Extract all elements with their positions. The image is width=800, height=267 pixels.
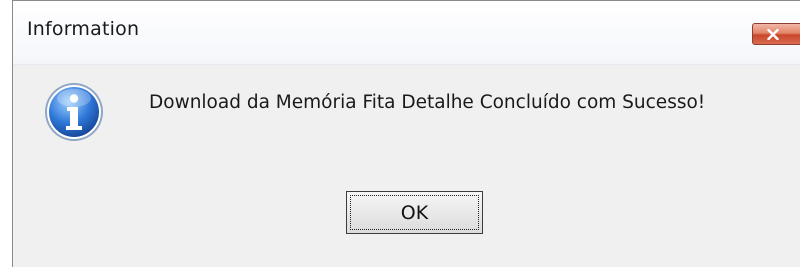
dialog-message: Download da Memória Fita Detalhe Concluí… (149, 92, 706, 113)
close-icon (767, 28, 779, 40)
dialog-title: Information (27, 18, 140, 40)
ok-button[interactable]: OK (346, 191, 483, 234)
information-dialog: Information Download da Memória Fita Det… (12, 0, 800, 267)
info-icon (45, 83, 103, 141)
close-button[interactable] (752, 23, 800, 45)
ok-button-label: OK (350, 195, 479, 230)
title-bar: Information (13, 1, 800, 65)
dialog-content: Download da Memória Fita Detalhe Concluí… (13, 65, 800, 267)
